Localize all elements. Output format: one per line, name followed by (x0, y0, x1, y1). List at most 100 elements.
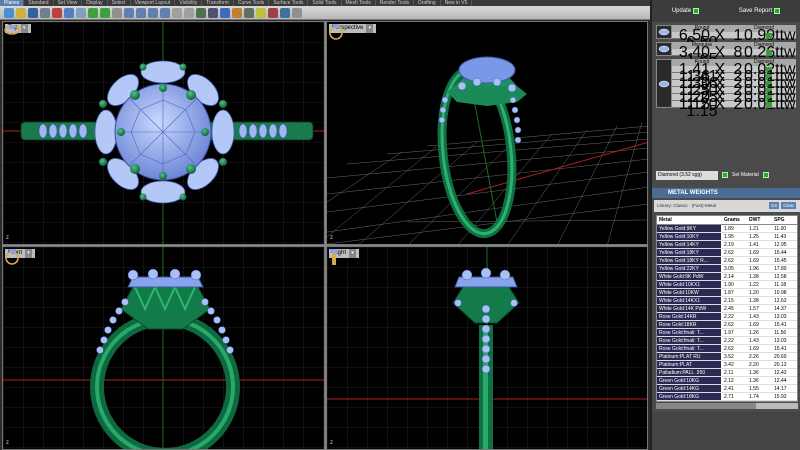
metal-cell: 1.87 (724, 290, 734, 296)
metal-row[interactable]: Yellow Gold:10KY 1.95 1.25 11.43 (657, 233, 797, 241)
metal-row[interactable]: Yellow Gold:18KY 2.62 1.69 15.44 (657, 249, 797, 257)
metal-row[interactable]: Green Gold:10KG 2.12 1.36 12.44 (657, 377, 797, 385)
metal-row[interactable]: Rose Gold:18KR 2.62 1.69 15.41 (657, 321, 797, 329)
metal-row[interactable]: Green Gold:18KG 2.71 1.74 15.92 (657, 393, 797, 401)
gem-group: MarquiseDiamond3.40 X 1.6580.26ttw (656, 42, 796, 68)
metal-cell: 2.62 (724, 258, 734, 264)
gem-select-button[interactable] (766, 101, 772, 108)
metal-row[interactable]: Yellow Gold:9KY 1.89 1.21 11.00 (657, 225, 797, 233)
metal-row[interactable]: Platinum:PLAT RU 3.52 2.26 20.69 (657, 353, 797, 361)
gem-thumbnail-icon[interactable] (656, 25, 672, 39)
metal-row[interactable]: Platinum:PLAT 3.42 2.20 20.12 (657, 361, 797, 369)
metal-row[interactable]: Yellow Gold:18KY R... 2.62 1.69 15.45 (657, 257, 797, 265)
front-viewport[interactable]: Front ▾ z (2, 246, 325, 450)
redo-icon[interactable] (100, 7, 110, 18)
update-button[interactable]: Update (672, 8, 700, 14)
grid-icon[interactable] (196, 7, 206, 18)
copy-icon[interactable] (64, 7, 74, 18)
four-view-icon[interactable] (184, 7, 194, 18)
metal-header-cell[interactable]: DWT (746, 216, 771, 224)
gem-select-button[interactable] (766, 32, 772, 39)
gem-row[interactable]: 6.50 X 6.50 10.99ttw (672, 27, 796, 51)
undo-icon[interactable] (88, 7, 98, 18)
metal-cell: White Gold:10KW (657, 289, 721, 296)
horizontal-scrollbar[interactable] (656, 403, 798, 409)
new-icon[interactable] (4, 7, 14, 18)
metal-cell: White Gold:10KX1 (657, 281, 721, 288)
gem-qty-cell: 8 (733, 44, 743, 61)
axis-indicator: z (330, 440, 333, 446)
gem-thumbnail-icon[interactable] (656, 59, 672, 108)
metal-row[interactable]: White Gold:10KW 1.87 1.20 10.98 (657, 289, 797, 297)
open-icon[interactable] (16, 7, 26, 18)
pan-icon[interactable] (112, 7, 122, 18)
properties-icon[interactable] (268, 7, 278, 18)
rendered-icon[interactable] (232, 7, 242, 18)
gem-table: RoundDiamond6.50 X 6.5010.99ttw (672, 25, 796, 51)
gem-select-button[interactable] (766, 49, 772, 56)
shaded-icon[interactable] (220, 7, 230, 18)
metal-cell: 1.69 (749, 346, 759, 352)
right-viewport[interactable]: Right ▾ z (326, 246, 648, 450)
metal-row[interactable]: White Gold:14K PdW 2.45 1.57 14.37 (657, 305, 797, 313)
save-report-label: Save Report (738, 8, 773, 14)
ring-thumbnail-icon (4, 25, 20, 35)
print-icon[interactable] (40, 7, 50, 18)
panel-top-bar: Update Save Report (652, 0, 800, 22)
metal-row[interactable]: Rose Gold:finali: T... 1.97 1.26 11.56 (657, 329, 797, 337)
layer-icon[interactable] (244, 7, 254, 18)
panel-footer (652, 412, 800, 450)
gem-row[interactable]: 1.15 X 1.15 20.01ttw (672, 97, 796, 120)
options-icon[interactable] (280, 7, 290, 18)
metal-row[interactable]: Yellow Gold:22KY 3.05 1.96 17.89 (657, 265, 797, 273)
metal-row[interactable]: Rose Gold:finali: T... 2.22 1.43 13.03 (657, 337, 797, 345)
metal-row[interactable]: Yellow Gold:14KY 2.19 1.41 12.95 (657, 241, 797, 249)
metal-header-cell[interactable]: Grams (721, 216, 746, 224)
metal-row[interactable]: Green Gold:14KG 2.41 1.55 14.17 (657, 385, 797, 393)
metal-table-header: Metal Grams DWT SPG (657, 216, 797, 225)
chevron-down-icon[interactable]: ▾ (20, 24, 28, 33)
chevron-down-icon[interactable]: ▾ (366, 24, 374, 33)
save-icon[interactable] (28, 7, 38, 18)
clear-button[interactable]: Clear (781, 202, 796, 209)
metal-header-cell[interactable]: SPG (771, 216, 796, 224)
metal-row[interactable]: White Gold:10KX1 1.90 1.22 11.18 (657, 281, 797, 289)
gem-thumbnail-icon[interactable] (656, 42, 672, 56)
rotate-view-icon[interactable] (124, 7, 134, 18)
metal-row[interactable]: White Gold:14KX1 2.15 1.38 12.62 (657, 297, 797, 305)
chevron-down-icon[interactable]: ▾ (349, 249, 357, 258)
metal-cell: 2.22 (724, 314, 734, 320)
metal-row[interactable]: Palladium:PALL .950 2.11 1.36 12.42 (657, 369, 797, 377)
metal-header-cell[interactable]: Metal (657, 216, 721, 224)
metal-row[interactable]: Rose Gold:14KR 2.22 1.43 13.03 (657, 313, 797, 321)
dropdown-icon[interactable] (722, 172, 728, 178)
ring-side-thumbnail-icon (330, 249, 338, 265)
gem-row[interactable]: 3.40 X 1.65 80.26ttw (672, 44, 796, 68)
gs-button[interactable]: GS (768, 202, 780, 209)
chevron-down-icon[interactable]: ▾ (25, 249, 33, 258)
metal-cell: 1.22 (749, 282, 759, 288)
cut-icon[interactable] (52, 7, 62, 18)
metal-row[interactable]: White Gold:9K PdW 2.14 1.38 12.58 (657, 273, 797, 281)
metal-weights-table: Metal Grams DWT SPG Yellow Gold:9KY 1.89 1.21 1… (656, 215, 798, 402)
gem-size-cell: 6.50 X 6.50 (678, 27, 726, 51)
paste-icon[interactable] (76, 7, 86, 18)
zoom-window-icon[interactable] (148, 7, 158, 18)
metal-row[interactable]: Rose Gold:finali: T... 2.62 1.69 15.41 (657, 345, 797, 353)
metal-cell: 1.95 (724, 234, 734, 240)
save-report-button[interactable]: Save Report (738, 8, 781, 14)
set-material-button[interactable] (762, 172, 769, 178)
light-icon[interactable] (256, 7, 266, 18)
zoom-extents-icon[interactable] (160, 7, 170, 18)
scrollbar-thumb[interactable] (656, 403, 756, 409)
top-viewport[interactable]: Top▾ (2, 21, 325, 245)
zoom-icon[interactable] (136, 7, 146, 18)
metal-cell: 15.45 (774, 258, 787, 264)
metal-cell: 14.17 (774, 386, 787, 392)
front-view-render (3, 247, 324, 449)
help-icon[interactable] (292, 7, 302, 18)
undo-view-icon[interactable] (172, 7, 182, 18)
perspective-viewport[interactable]: Perspective ▾ z (326, 21, 648, 245)
material-select[interactable]: Diamond (3.52 sgg) (656, 170, 718, 180)
wireframe-icon[interactable] (208, 7, 218, 18)
